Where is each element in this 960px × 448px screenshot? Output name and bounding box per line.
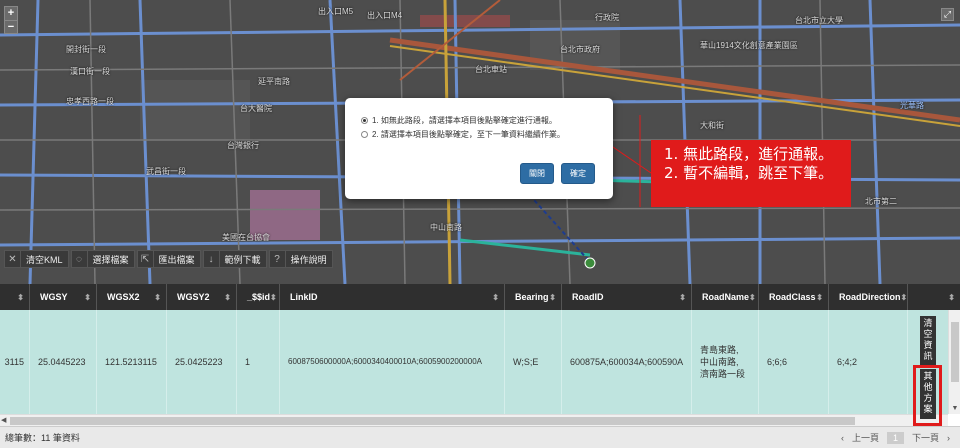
highlight-frame	[913, 365, 942, 426]
sort-icon: ⬍	[948, 292, 955, 302]
grid-header: ⬍ WGSY ⬍ WGSX2 ⬍ WGSY2 ⬍ _$$id ⬍ LinkID ⬍ Bea…	[0, 284, 960, 310]
pager: ‹ 上一頁 1 下一頁 ›	[841, 431, 950, 444]
sort-icon: ⬍	[749, 292, 756, 302]
sort-icon: ⬍	[84, 292, 91, 302]
column-header[interactable]: LinkID ⬍	[280, 284, 505, 310]
annotation-line-2: 2. 暫不編輯，跳至下筆。	[664, 164, 834, 182]
column-header[interactable]: RoadID ⬍	[562, 284, 692, 310]
column-header[interactable]: ⬍	[908, 284, 960, 310]
confirm-button[interactable]: 確定	[561, 163, 595, 184]
option-report[interactable]: 1. 如無此路段，請選擇本項目後點擊確定進行通報。	[361, 115, 599, 126]
radio-skip[interactable]	[361, 131, 368, 138]
table-row[interactable]: 3115 25.0445223 121.5213115 25.0425223 1…	[0, 310, 948, 414]
scroll-thumb[interactable]	[10, 417, 855, 425]
scroll-thumb[interactable]	[951, 322, 959, 382]
grid-footer: 總筆數：11 筆資料 ‹ 上一頁 1 下一頁 ›	[0, 426, 960, 448]
sort-icon: ⬍	[679, 292, 686, 302]
next-icon[interactable]: ›	[947, 433, 950, 443]
column-header[interactable]: RoadName ⬍	[692, 284, 759, 310]
vertical-scrollbar[interactable]: ▼	[948, 310, 960, 414]
cell: 25.0445223	[30, 310, 97, 414]
sort-icon: ⬍	[492, 292, 499, 302]
horizontal-scrollbar[interactable]: ◀	[0, 414, 948, 426]
record-count: 總筆數：11 筆資料	[5, 433, 80, 443]
sort-icon: ⬍	[270, 292, 277, 302]
cell: 1	[237, 310, 280, 414]
cell: 6;6;6	[759, 310, 829, 414]
sort-icon: ⬍	[816, 292, 823, 302]
sort-icon: ⬍	[17, 292, 24, 302]
cell: 25.0425223	[167, 310, 237, 414]
page-number[interactable]: 1	[886, 431, 904, 444]
sort-icon: ⬍	[224, 292, 231, 302]
clear-info-button[interactable]: 清空資訊	[920, 316, 936, 366]
cell: W;S;E	[505, 310, 562, 414]
column-header[interactable]: WGSX2 ⬍	[97, 284, 167, 310]
cell: 6008750600000A;6000340400010A;6005900200…	[280, 310, 505, 414]
cell: 600875A;600034A;600590A	[562, 310, 692, 414]
cell: 6;4;2	[829, 310, 908, 414]
edit-option-dialog: 1. 如無此路段，請選擇本項目後點擊確定進行通報。 2. 請選擇本項目後點擊確定…	[345, 98, 613, 199]
column-header[interactable]: WGSY2 ⬍	[167, 284, 237, 310]
radio-report[interactable]	[361, 117, 368, 124]
column-header[interactable]: WGSY ⬍	[30, 284, 97, 310]
close-button[interactable]: 關閉	[520, 163, 554, 184]
column-header[interactable]: _$$id ⬍	[237, 284, 280, 310]
cell: 青島東路, 中山南路, 濟南路一段	[692, 310, 759, 414]
sort-icon: ⬍	[900, 292, 908, 302]
annotation-callout: 1. 無此路段，進行通報。 2. 暫不編輯，跳至下筆。	[651, 140, 851, 207]
sort-icon: ⬍	[154, 292, 161, 302]
next-page-link[interactable]: 下一頁	[912, 431, 939, 444]
scroll-down-icon[interactable]: ▼	[949, 405, 960, 412]
option-skip-label: 2. 請選擇本項目後點擊確定，至下一筆資料繼續作業。	[372, 130, 565, 139]
annotation-line-1: 1. 無此路段，進行通報。	[664, 145, 834, 163]
scroll-left-icon[interactable]: ◀	[1, 415, 6, 426]
column-header[interactable]: RoadClass ⬍	[759, 284, 829, 310]
option-report-label: 1. 如無此路段，請選擇本項目後點擊確定進行通報。	[372, 116, 557, 125]
prev-icon[interactable]: ‹	[841, 433, 844, 443]
option-skip[interactable]: 2. 請選擇本項目後點擊確定，至下一筆資料繼續作業。	[361, 129, 599, 140]
cell: 121.5213115	[97, 310, 167, 414]
prev-page-link[interactable]: 上一頁	[852, 431, 879, 444]
column-header[interactable]: ⬍	[0, 284, 30, 310]
column-header[interactable]: RoadDirection ⬍	[829, 284, 908, 310]
data-grid: ⬍ WGSY ⬍ WGSX2 ⬍ WGSY2 ⬍ _$$id ⬍ LinkID ⬍ Bea…	[0, 284, 960, 426]
cell: 3115	[0, 310, 30, 414]
sort-icon: ⬍	[549, 292, 556, 302]
column-header[interactable]: Bearing ⬍	[505, 284, 562, 310]
